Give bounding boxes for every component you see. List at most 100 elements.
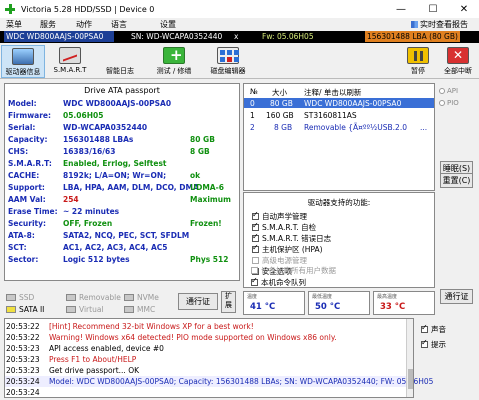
drive-icon <box>12 48 34 65</box>
drive-size: 8 GB <box>274 123 293 132</box>
log-scroll-thumb[interactable] <box>408 369 413 389</box>
feature-smart-errlog[interactable]: S.M.A.R.T. 错误日志 <box>252 232 331 244</box>
feature-label: 自动声学管理 <box>262 212 307 221</box>
feature-aam[interactable]: 自动声学管理 <box>252 210 307 222</box>
passport-row: AAM Val: 254 <box>8 195 79 205</box>
passport-row: Capacity: 156301488 LBAs <box>8 135 133 145</box>
phys-sector: Phys 512 <box>190 255 229 264</box>
drive-list-header-note[interactable]: 注释/ 单击以刷新 <box>304 87 361 98</box>
checkbox <box>421 338 428 348</box>
passport-row: CHS: 16383/16/63 <box>8 147 115 157</box>
drive-size: 160 GB <box>266 111 294 120</box>
pause-button[interactable]: 暂停 <box>396 45 440 78</box>
legend-label: Removable <box>79 293 121 302</box>
event-log[interactable]: 20:53:22 [Hint] Recommend 32-bit Windows … <box>4 318 433 398</box>
drive-row[interactable]: 0 80 GB WDC WD800AAJS-00PSA0 <box>244 98 434 108</box>
legend-item: SATA II <box>6 305 44 314</box>
temp-label: 最高温度 <box>377 294 398 300</box>
smart-log-tab[interactable]: 智能日志 <box>98 45 142 382</box>
log-line: 20:53:22 Warning! Windows x64 detected! P… <box>5 332 413 343</box>
passport-button[interactable]: 通行证 <box>178 293 218 310</box>
passport-value: WDC WD800AAJS-00PSA0 <box>63 99 172 108</box>
maximize-button[interactable]: ☐ <box>418 0 448 18</box>
drive-list-header-size[interactable]: 大小 <box>272 87 287 98</box>
api-radio[interactable]: API <box>439 87 458 95</box>
smart-tab[interactable]: S.M.A.R.T <box>48 45 92 78</box>
passport-value: ~ 22 minutes <box>63 207 120 216</box>
smart-label: S.M.A.R.T <box>53 66 87 74</box>
drive-row[interactable]: 2 8 GB Removable {Ã¤ºº½USB.2.0 ... <box>244 122 434 132</box>
drive-extra: ... <box>420 123 428 132</box>
pio-radio[interactable]: PIO <box>439 99 459 107</box>
udma-mode: UDMA-6 <box>190 183 224 192</box>
pause-label: 暂停 <box>411 67 425 75</box>
temp-value: 33 °C <box>380 302 406 312</box>
passport-value: 156301488 LBAs <box>63 135 134 144</box>
realtime-report-link[interactable]: 实时查看报告 <box>411 19 468 30</box>
menu-main[interactable]: 菜单 <box>6 19 22 30</box>
checkbox <box>252 210 259 220</box>
right-control-column: API PIO 睡眠(S) 重置(C) 通行证 <box>437 83 477 313</box>
legend-label: MMC <box>137 305 156 314</box>
log-line: 20:53:22 [Hint] Recommend 32-bit Windows … <box>5 321 413 332</box>
menu-settings[interactable]: 设置 <box>160 19 176 30</box>
legend-label: SATA II <box>19 305 45 314</box>
drive-info-tab[interactable]: 驱动器信息 <box>1 45 45 78</box>
smart-chart-icon <box>59 47 81 64</box>
checkbox <box>252 243 259 253</box>
menu-service[interactable]: 服务 <box>40 19 56 30</box>
passport-row: ATA-8: SATA2, NCQ, PEC, SCT, SFDLM <box>8 231 189 241</box>
hints-checkbox[interactable]: 提示 <box>421 338 446 350</box>
reset-button[interactable]: 重置(C) <box>440 173 473 188</box>
drive-close-button[interactable]: x <box>234 32 238 41</box>
drive-list[interactable]: № 大小 注释/ 单击以刷新 0 80 GB WDC WD800AAJS-00P… <box>243 83 435 191</box>
test-repair-label: 测试 / 修缮 <box>156 67 192 75</box>
passport-side-button[interactable]: 通行证 <box>440 289 473 304</box>
close-button[interactable]: ✕ <box>449 0 479 18</box>
minimize-button[interactable]: — <box>386 0 416 18</box>
disk-editor-tab[interactable]: 磁盘编辑器 <box>206 45 250 78</box>
feature-hpa[interactable]: 主机保护区 (HPA) <box>252 243 323 255</box>
passport-value: 16383/16/63 <box>63 147 116 156</box>
menu-actions[interactable]: 动作 <box>76 19 92 30</box>
log-line: 20:53:23 Press F1 to About/HELP <box>5 354 413 365</box>
disk-grid-icon <box>217 47 239 64</box>
legend-label: SSD <box>19 293 35 302</box>
log-line: 20:53:23 API access enabled, device #0 <box>5 343 413 354</box>
feature-smart-selftest[interactable]: S.M.A.R.T. 自检 <box>252 221 316 233</box>
log-time: 20:53:22 <box>6 333 40 342</box>
abort-icon <box>447 47 469 64</box>
drive-model-selector[interactable]: WDC WD800AAJS-00PSA0 <box>4 31 114 42</box>
feature-label: 主机保护区 (HPA) <box>262 245 323 254</box>
log-time: 20:53:23 <box>6 366 40 375</box>
abort-all-button[interactable]: 全部中断 <box>436 45 479 78</box>
drive-row[interactable]: 1 160 GB ST3160811AS <box>244 110 434 120</box>
checkbox <box>251 276 258 286</box>
capacity-gb: 80 GB <box>190 135 215 144</box>
passport-label: CACHE: <box>8 171 40 180</box>
sound-checkbox[interactable]: 声音 <box>421 323 446 335</box>
app-window: Victoria 5.28 HDD/SSD | Device 0 — ☐ ✕ 菜… <box>0 0 479 400</box>
radio-dot <box>439 100 445 106</box>
extend-button[interactable]: 扩展 <box>221 291 236 313</box>
test-repair-tab[interactable]: 测试 / 修缮 <box>152 45 196 78</box>
feature-label: 设备加密所有用户数据 <box>261 266 336 275</box>
log-scrollbar[interactable] <box>406 319 413 397</box>
passport-row: Security: OFF, Frozen <box>8 219 112 229</box>
drive-name: ST3160811AS <box>304 111 357 120</box>
drive-info-bar: WDC WD800AAJS-00PSA0 SN: WD-WCAPA0352440… <box>0 31 479 43</box>
passport-label: Model: <box>8 99 37 108</box>
log-time: 20:53:24 <box>6 377 40 386</box>
drive-list-header-num[interactable]: № <box>250 87 258 96</box>
drive-num: 0 <box>250 99 255 108</box>
checkbox <box>252 257 259 264</box>
radio-dot <box>439 88 445 94</box>
toolbar: 驱动器信息 S.M.A.R.T 智能日志 测试 / 修缮 磁盘编辑器 暂停 全部… <box>0 44 479 382</box>
passport-row: Firmware: 05.06H05 <box>8 111 103 121</box>
feature-encryption[interactable]: 设备加密所有用户数据 <box>251 265 336 276</box>
menu-language[interactable]: 语言 <box>111 19 127 30</box>
feature-ncq[interactable]: 本机命令队列 <box>251 276 306 288</box>
passport-value: 254 <box>63 195 79 204</box>
legend-item: Removable <box>66 293 121 302</box>
passport-value: Logic 512 bytes <box>63 255 130 264</box>
